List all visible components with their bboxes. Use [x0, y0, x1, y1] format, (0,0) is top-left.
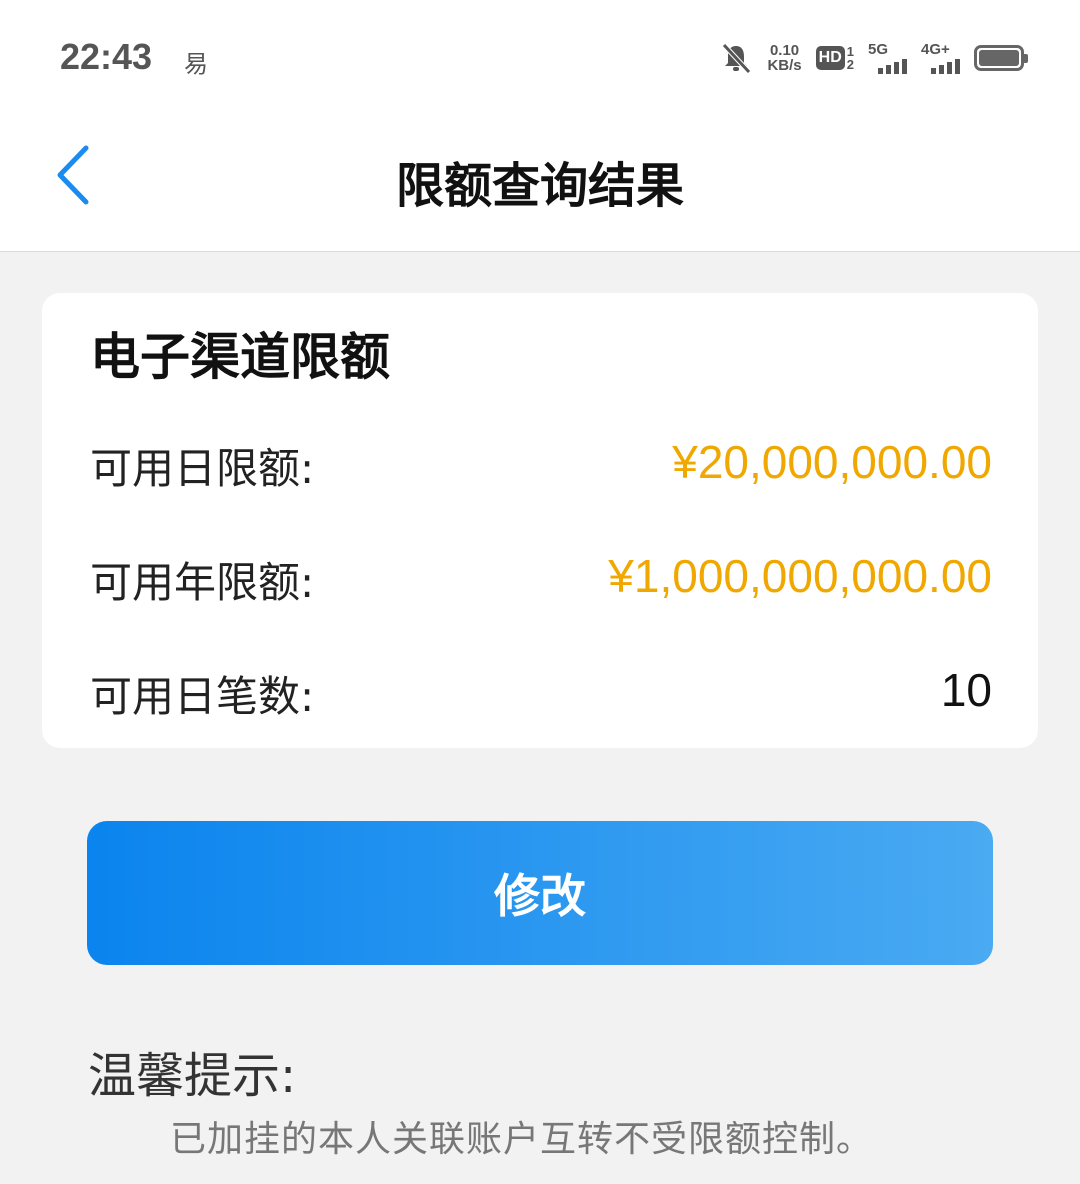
- modify-button[interactable]: 修改: [87, 821, 993, 965]
- daily-count-value: 10: [940, 664, 992, 716]
- tips-title: 温馨提示:: [88, 1048, 297, 1104]
- yearly-limit-label: 可用年限额:: [90, 558, 315, 607]
- nav-bar: 限额查询结果: [0, 110, 1080, 252]
- tips-text: 已加挂的本人关联账户互转不受限额控制。: [170, 1119, 874, 1160]
- status-time: 22:43: [60, 36, 153, 77]
- hd-voice-icon: HD 1 2: [815, 45, 854, 72]
- daily-limit-value: ¥20,000,000.00: [672, 436, 992, 488]
- hd-label: HD: [815, 46, 845, 70]
- limits-card: 电子渠道限额 可用日限额: ¥20,000,000.00 可用年限额: ¥1,0…: [42, 293, 1038, 748]
- signal-5g-icon: 5G: [868, 42, 907, 74]
- bell-muted-icon: [722, 43, 752, 74]
- daily-count-row: 可用日笔数: 10: [90, 663, 992, 723]
- daily-limit-label: 可用日限额:: [90, 444, 315, 493]
- signal-4g-label: 4G+: [921, 41, 950, 58]
- daily-limit-row: 可用日限额: ¥20,000,000.00: [90, 435, 992, 495]
- signal-4g-icon: 4G+: [921, 42, 960, 74]
- app-notification-icon: 易: [184, 50, 208, 78]
- signal-5g-label: 5G: [868, 41, 889, 58]
- hd-slot-bottom: 2: [846, 57, 854, 72]
- status-bar: 22:43 易 0.10 KB/s HD 1 2 5G 4G+: [0, 0, 1080, 110]
- yearly-limit-row: 可用年限额: ¥1,000,000,000.00: [90, 549, 992, 609]
- yearly-limit-value: ¥1,000,000,000.00: [608, 550, 992, 602]
- net-speed-value: 0.10: [769, 42, 800, 59]
- net-speed: 0.10 KB/s: [767, 43, 801, 73]
- daily-count-label: 可用日笔数:: [90, 672, 315, 721]
- battery-icon: [974, 45, 1028, 71]
- card-title: 电子渠道限额: [90, 328, 390, 386]
- net-speed-unit: KB/s: [767, 57, 802, 74]
- page-title: 限额查询结果: [395, 158, 684, 214]
- status-icons: 0.10 KB/s HD 1 2 5G 4G+: [719, 38, 1028, 78]
